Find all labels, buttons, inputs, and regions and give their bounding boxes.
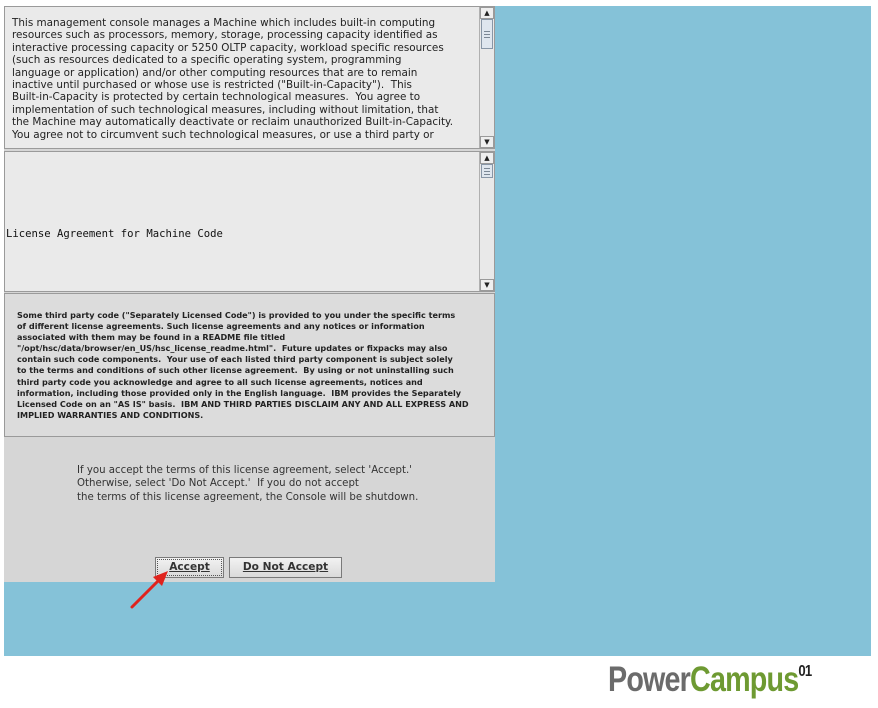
license-agreement-title: License Agreement for Machine Code [6, 228, 223, 240]
third-party-notice-text: Some third party code ("Separately Licen… [17, 310, 469, 420]
red-pointer-arrow-icon [130, 571, 168, 609]
powercampus-logo: PowerCampus01 [608, 660, 812, 699]
accept-instructions: If you accept the terms of this license … [77, 465, 419, 503]
do-not-accept-button[interactable]: Do Not Accept [229, 557, 342, 578]
scroll-down-arrow-icon[interactable]: ▼ [480, 279, 494, 291]
scroll-up-arrow-icon[interactable]: ▲ [480, 152, 494, 164]
scroll-down-arrow-icon[interactable]: ▼ [480, 136, 494, 148]
license-text-scrollbar[interactable]: ▲ ▼ [479, 7, 494, 148]
license-terms-text: This management console manages a Machin… [12, 17, 454, 141]
license-title-scrollbar[interactable]: ▲ ▼ [479, 152, 494, 291]
scrollbar-thumb[interactable] [481, 19, 493, 49]
license-title-pane[interactable]: ▲ ▼ [4, 151, 495, 292]
scrollbar-thumb[interactable] [481, 164, 493, 178]
scroll-up-arrow-icon[interactable]: ▲ [480, 7, 494, 19]
